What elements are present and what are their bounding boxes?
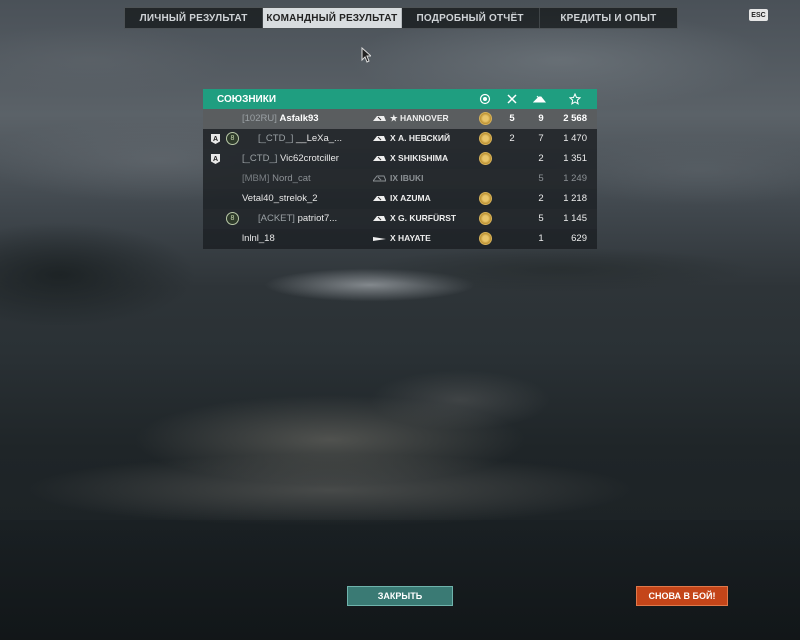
player-name: [_CTD_] __LeXa_... (258, 133, 342, 144)
medal-icon (479, 232, 492, 245)
planes-value: 7 (538, 133, 544, 144)
battleship-icon (373, 156, 386, 161)
planes-value: 2 (538, 153, 544, 164)
battleship-destroyed-icon (373, 175, 386, 182)
ship-name: IX IBUKI (390, 173, 424, 183)
ship-name: ★ HANNOVER (390, 113, 449, 123)
planes-value: 2 (538, 193, 544, 204)
xp-value: 1 470 (563, 133, 587, 144)
xp-value: 1 351 (563, 153, 587, 164)
division-badge: A (211, 134, 220, 144)
ship-name: X А. НЕВСКИЙ (390, 133, 451, 143)
medal-icon (479, 112, 492, 125)
results-tabs: ЛИЧНЫЙ РЕЗУЛЬТАТ КОМАНДНЫЙ РЕЗУЛЬТАТ ПОД… (124, 7, 678, 29)
tab-detailed-report[interactable]: ПОДРОБНЫЙ ОТЧЁТ (402, 8, 540, 28)
medal-icon (479, 132, 492, 145)
xp-value: 629 (571, 233, 587, 244)
mouse-cursor-icon (361, 47, 371, 63)
division-badge: A (211, 154, 220, 164)
medal-icon (479, 192, 492, 205)
frag-icon (505, 92, 519, 106)
allies-table: СОЮЗНИКИ [102RU] Asfalk93 ★ HANNOVER 5 9… (203, 89, 597, 249)
medal-icon (479, 212, 492, 225)
planes-value: 5 (538, 173, 544, 184)
ship-name: IX AZUMA (390, 193, 431, 203)
tab-team-result[interactable]: КОМАНДНЫЙ РЕЗУЛЬТАТ (263, 8, 402, 28)
kills-value: 5 (509, 113, 515, 124)
battleship-icon (373, 116, 386, 121)
xp-value: 1 145 (563, 213, 587, 224)
player-name: [ACKET] patriot7... (258, 213, 338, 224)
medal-icon (479, 152, 492, 165)
destroyer-icon (373, 237, 386, 241)
medal-icon (478, 92, 492, 106)
planes-value: 1 (538, 233, 544, 244)
battleship-icon (373, 196, 386, 201)
table-row[interactable]: Vetal40_strelok_2 IX AZUMA 2 1 218 (203, 189, 597, 209)
table-row[interactable]: A 8 [_CTD_] __LeXa_... X А. НЕВСКИЙ 2 7 … (203, 129, 597, 149)
table-row[interactable]: A [_CTD_] Vic62crotciller X SHIKISHIMA 2… (203, 149, 597, 169)
player-name: [_CTD_] Vic62crotciller (242, 153, 339, 164)
xp-value: 1 218 (563, 193, 587, 204)
rank-badge: 8 (226, 132, 239, 145)
planes-value: 9 (538, 113, 544, 124)
player-name: lnlnl_18 (242, 233, 275, 244)
allies-title: СОЮЗНИКИ (217, 93, 277, 105)
background-sea (0, 520, 800, 640)
ship-name: X HAYATE (390, 233, 431, 243)
background-ship (0, 330, 800, 530)
battleship-icon (373, 136, 386, 141)
xp-value: 2 568 (563, 113, 587, 124)
planes-value: 5 (538, 213, 544, 224)
table-row[interactable]: [MBM] Nord_cat IX IBUKI 5 1 249 (203, 169, 597, 189)
player-name: Vetal40_strelok_2 (242, 193, 318, 204)
allies-rows: [102RU] Asfalk93 ★ HANNOVER 5 9 2 568 A … (203, 109, 597, 249)
battle-again-button[interactable]: СНОВА В БОЙ! (636, 586, 728, 606)
esc-button[interactable]: ESC (749, 9, 768, 21)
close-button[interactable]: ЗАКРЫТЬ (347, 586, 453, 606)
player-name: [MBM] Nord_cat (242, 173, 311, 184)
player-name: [102RU] Asfalk93 (242, 113, 319, 124)
battleship-icon (373, 216, 386, 221)
allies-header: СОЮЗНИКИ (203, 89, 597, 109)
table-row[interactable]: [102RU] Asfalk93 ★ HANNOVER 5 9 2 568 (203, 109, 597, 129)
ship-name: X G. KURFÜRST (390, 213, 457, 223)
tab-credits-and-xp[interactable]: КРЕДИТЫ И ОПЫТ (540, 8, 677, 28)
star-icon (568, 92, 582, 106)
tab-personal-result[interactable]: ЛИЧНЫЙ РЕЗУЛЬТАТ (125, 8, 264, 28)
xp-value: 1 249 (563, 173, 587, 184)
table-row[interactable]: 8 [ACKET] patriot7... X G. KURFÜRST 5 1 … (203, 209, 597, 229)
ship-name: X SHIKISHIMA (390, 153, 449, 163)
rank-badge: 8 (226, 212, 239, 225)
kills-value: 2 (509, 133, 515, 144)
table-row[interactable]: lnlnl_18 X HAYATE 1 629 (203, 229, 597, 249)
planes-icon (532, 92, 546, 106)
